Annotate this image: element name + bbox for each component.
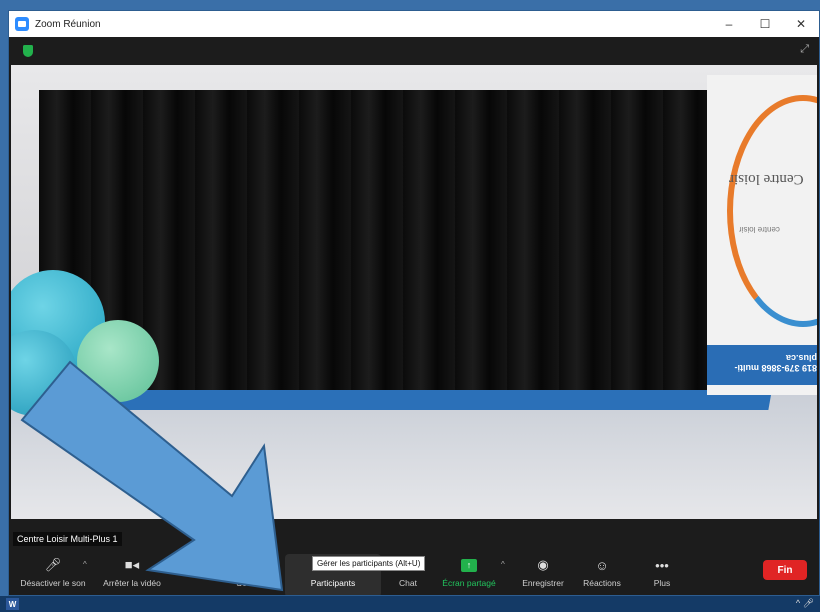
participants-label: Participants [310,578,356,588]
end-meeting-button[interactable]: Fin [763,560,807,580]
record-icon: ◉ [537,557,549,572]
windows-taskbar: W ^ 🎤︎ [0,596,820,612]
word-app-icon[interactable]: W [6,598,19,610]
reactions-label: Réactions [583,578,621,588]
chat-label: Chat [399,578,417,588]
mute-label: Désactiver le son [20,578,86,588]
video-feed: Centre loisir centre loisir 819 379-3868… [11,65,817,519]
banner-contact: 819 379-3868 multi-plus.ca [734,353,817,373]
video-label: Arrêter la vidéo [103,578,161,588]
record-label: Enregistrer [522,578,564,588]
banner-subtext: centre loisir [739,225,780,234]
share-screen-button[interactable]: ↑ Écran partagé [433,554,505,595]
participants-tooltip: Gérer les participants (Alt+U) [312,556,426,571]
fullscreen-icon[interactable]: ⤢ [800,43,809,56]
more-button[interactable]: ••• Plus [647,554,677,595]
share-label: Écran partagé [442,578,496,588]
title-bar: Zoom Réunion – ☐ ✕ [9,11,819,37]
banner-text: Centre loisir [729,171,804,187]
reactions-button[interactable]: ☺ Réactions [577,554,627,595]
record-button[interactable]: ◉ Enregistrer [515,554,571,595]
system-tray[interactable]: ^ 🎤︎ [796,598,814,609]
banner-stand: Centre loisir centre loisir 819 379-3868… [707,75,817,395]
microphone-icon: 🎤︎ [44,557,62,572]
participant-name-label: Centre Loisir Multi-Plus 1 [13,532,122,546]
maximize-button[interactable]: ☐ [747,11,783,37]
share-screen-icon-wrap: ↑ [461,554,477,576]
security-button[interactable]: ⛉ Sécurité [227,554,277,595]
minimize-button[interactable]: – [711,11,747,37]
more-label: Plus [653,578,671,588]
video-options-caret-icon[interactable]: ^ [159,560,163,569]
zoom-app-icon [15,17,29,31]
video-camera-icon: ■◂ [124,557,140,572]
meeting-top-strip: ⤢ [9,37,819,65]
exercise-ball [77,320,159,402]
encryption-shield-icon[interactable] [23,45,33,57]
share-options-caret-icon[interactable]: ^ [501,560,505,569]
more-icon: ••• [655,557,669,573]
zoom-window: Zoom Réunion – ☐ ✕ ⤢ Centre loisir centr… [8,10,820,596]
window-title: Zoom Réunion [35,18,101,30]
reactions-icon: ☺ [595,557,609,573]
security-shield-icon: ⛉ [247,557,257,572]
security-label: Sécurité [236,578,268,588]
mute-button[interactable]: 🎤︎ Désactiver le son [13,554,93,595]
banner-logo-arc [727,95,817,327]
share-screen-icon: ↑ [461,558,477,572]
audio-options-caret-icon[interactable]: ^ [83,560,87,569]
close-button[interactable]: ✕ [783,11,819,37]
